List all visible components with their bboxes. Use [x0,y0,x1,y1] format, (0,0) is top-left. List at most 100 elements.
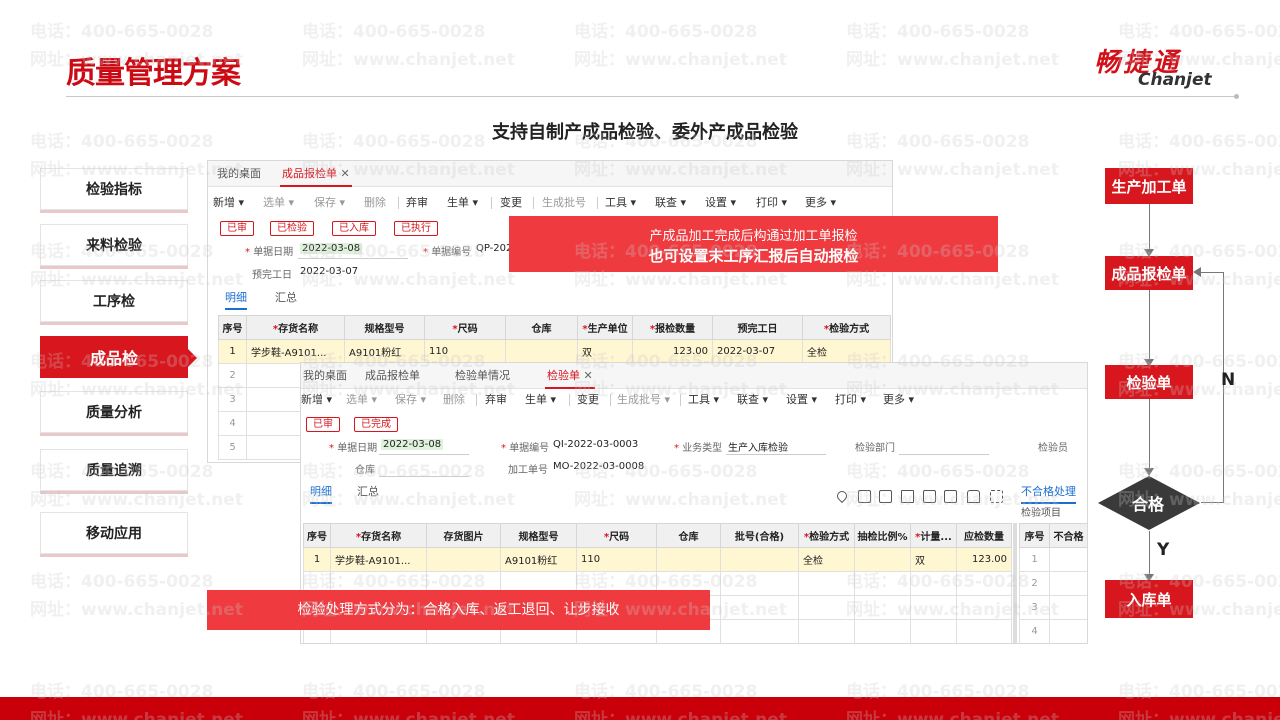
table-cell[interactable]: 123.00 [956,547,1012,572]
column-header[interactable]: 规格型号 [344,315,425,340]
table-row[interactable]: 3 [1019,595,1087,620]
tools-button[interactable]: 工具 ▾ [605,190,636,216]
generate-doc-button[interactable]: 生单 ▾ [525,387,556,413]
change-button[interactable]: 变更 [500,190,522,216]
unapprove-button[interactable]: 弃审 [485,387,507,413]
table-cell[interactable]: 双 [577,339,633,364]
delete-button[interactable]: 删除 [364,190,386,216]
query-button[interactable]: 联查 ▾ [655,190,686,216]
table-cell[interactable] [720,547,799,572]
print-button[interactable]: 打印 ▾ [835,387,866,413]
doc-date-field[interactable]: 2022-03-08 [300,243,363,254]
generate-batch-button[interactable]: 生成批号 [542,190,586,216]
copy-row-icon[interactable] [858,490,871,503]
column-header[interactable]: 不合格 [1049,523,1087,548]
tab-nonconforming[interactable]: 不合格处理 [1021,483,1076,504]
generate-batch-button[interactable]: 生成批号 ▾ [617,387,670,413]
nav-item-inspection-indicators[interactable]: 检验指标 [40,168,188,210]
table-cell[interactable]: 2022-03-07 [712,339,803,364]
close-icon[interactable]: ✕ [341,167,350,180]
tab-detail[interactable]: 明细 [310,483,332,504]
print-button[interactable]: 打印 ▾ [756,190,787,216]
column-header[interactable]: 仓库 [505,315,578,340]
edit-list-icon[interactable] [901,490,914,503]
column-header[interactable]: *报检数量 [632,315,713,340]
table-cell[interactable] [656,547,721,572]
column-header[interactable]: *生产单位 [577,315,633,340]
generate-doc-button[interactable]: 生单 ▾ [447,190,478,216]
fullscreen-icon[interactable] [990,490,1003,503]
tab-inspection-request[interactable]: 成品报检单 ✕ [280,161,352,187]
table-cell[interactable] [426,547,501,572]
tab-summary[interactable]: 汇总 [357,483,379,499]
doc-date-field[interactable]: 2022-03-08 [381,439,444,450]
select-button[interactable]: 选单 ▾ [263,190,294,216]
tab-my-desktop[interactable]: 我的桌面 [303,363,347,389]
tab-inspection-doc[interactable]: 检验单 ✕ [545,363,595,389]
batch-icon[interactable] [944,490,957,503]
table-row[interactable]: 1 [1019,547,1087,572]
splitter-handle[interactable] [1013,523,1017,643]
column-header[interactable]: 应检数量 [956,523,1012,548]
column-header[interactable]: *计量... [910,523,957,548]
column-header[interactable]: 仓库 [656,523,721,548]
table-cell[interactable]: 全检 [798,547,855,572]
biz-type-field[interactable]: 生产入库检验 [728,439,788,454]
table-cell[interactable]: 全检 [802,339,891,364]
nav-item-quality-trace[interactable]: 质量追溯 [40,449,188,491]
change-button[interactable]: 变更 [577,387,599,413]
settings-button[interactable]: 设置 ▾ [705,190,736,216]
nav-item-mobile-app[interactable]: 移动应用 [40,512,188,554]
tab-detail[interactable]: 明细 [225,289,247,310]
table-cell[interactable]: 双 [910,547,957,572]
settings-button[interactable]: 设置 ▾ [786,387,817,413]
column-header[interactable]: *存货名称 [330,523,427,548]
nav-item-process-inspection[interactable]: 工序检 [40,280,188,322]
save-button[interactable]: 保存 ▾ [395,387,426,413]
work-order-field[interactable]: MO-2022-03-0008 [553,461,644,472]
table-cell[interactable] [505,339,578,364]
more-button[interactable]: 更多 ▾ [805,190,836,216]
tools-button[interactable]: 工具 ▾ [688,387,719,413]
doc-no-field[interactable]: QP-202 [476,243,512,254]
doc-no-field[interactable]: QI-2022-03-0003 [553,439,638,450]
unapprove-button[interactable]: 弃审 [406,190,428,216]
table-row[interactable]: 2 [1019,571,1087,596]
new-button[interactable]: 新增 ▾ [213,190,244,216]
column-header[interactable]: 预完工日 [712,315,803,340]
tab-inspection-items[interactable]: 检验项目 [1021,504,1061,519]
insert-row-icon[interactable] [879,490,892,503]
query-button[interactable]: 联查 ▾ [737,387,768,413]
nav-item-finished-inspection[interactable]: 成品检 [40,336,197,378]
close-icon[interactable]: ✕ [584,369,593,382]
nav-item-incoming-inspection[interactable]: 来料检验 [40,224,188,266]
column-header[interactable]: 序号 [218,315,247,340]
table-cell[interactable]: 110 [576,547,657,572]
column-header[interactable]: *存货名称 [246,315,345,340]
tab-my-desktop[interactable]: 我的桌面 [217,161,261,187]
table-cell[interactable]: 学步鞋-A9101... [246,339,345,364]
table-cell[interactable]: A9101粉红 [344,339,425,364]
nav-item-quality-analysis[interactable]: 质量分析 [40,391,188,433]
location-icon[interactable] [834,488,850,504]
export-icon[interactable] [923,490,936,503]
plan-date-field[interactable]: 2022-03-07 [300,266,358,277]
column-header[interactable]: 序号 [303,523,331,548]
table-row[interactable]: 1 学步鞋-A9101... A9101粉红 110 双 123.00 2022… [218,339,891,364]
column-header[interactable]: *检验方式 [802,315,891,340]
column-header[interactable]: 序号 [1019,523,1050,548]
table-row[interactable]: 1 学步鞋-A9101... A9101粉红 110 全检 双 123.00 [303,547,1012,572]
table-cell[interactable]: 学步鞋-A9101... [330,547,427,572]
table-cell[interactable]: 110 [424,339,506,364]
more-button[interactable]: 更多 ▾ [883,387,914,413]
tab-inspection-request[interactable]: 成品报检单 [365,363,420,389]
table-row[interactable]: 4 [1019,619,1087,643]
tab-summary[interactable]: 汇总 [275,289,297,305]
save-button[interactable]: 保存 ▾ [314,190,345,216]
table-cell[interactable]: 123.00 [632,339,713,364]
column-header[interactable]: *检验方式 [798,523,855,548]
column-header[interactable]: *尺码 [576,523,657,548]
home-icon[interactable] [967,490,980,503]
column-header[interactable]: 存货图片 [426,523,501,548]
column-header[interactable]: 批号(合格) [720,523,799,548]
